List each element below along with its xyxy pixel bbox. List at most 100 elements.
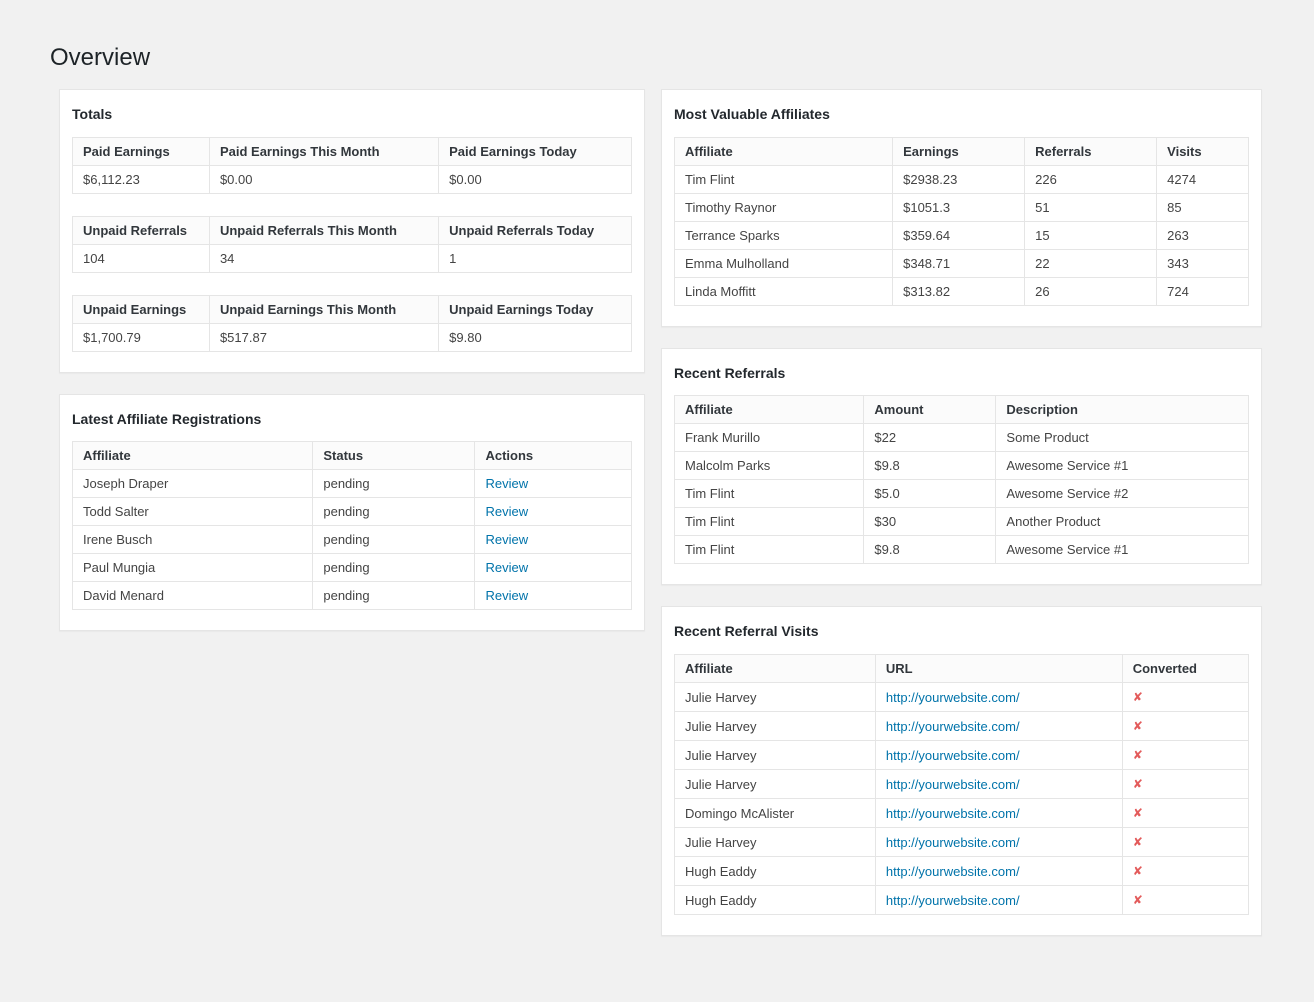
column-header: Affiliate (674, 654, 876, 684)
column-header: Paid Earnings This Month (208, 136, 440, 166)
converted-cell: ✘ (1121, 682, 1250, 713)
right-column: Most Valuable Affiliates Affiliate Earni… (661, 88, 1262, 957)
table-row: Tim Flint $30 Another Product (673, 507, 1249, 537)
visit-url-link[interactable]: http://yourwebsite.com/ (886, 777, 1020, 792)
affiliate-name-cell: Emma Mulholland (673, 248, 894, 278)
column-header: Converted (1121, 654, 1250, 684)
amount-cell: $22 (863, 423, 997, 453)
visits-cell: 85 (1156, 192, 1249, 222)
table-row: David Menard pending Review (71, 581, 632, 611)
review-link[interactable]: Review (485, 588, 528, 603)
table-row: Hugh Eaddy http://yourwebsite.com/ ✘ (674, 885, 1250, 916)
converted-cell: ✘ (1121, 856, 1250, 887)
column-header: URL (874, 654, 1123, 684)
affiliate-name-cell: David Menard (71, 581, 314, 611)
visit-url-link[interactable]: http://yourwebsite.com/ (886, 893, 1020, 908)
status-cell: pending (312, 469, 476, 499)
amount-cell: $5.0 (863, 479, 997, 509)
review-link[interactable]: Review (485, 532, 528, 547)
registrations-panel-title: Latest Affiliate Registrations (72, 410, 262, 427)
visits-cell: 263 (1156, 220, 1249, 250)
column-header: Paid Earnings Today (438, 136, 632, 166)
totals-panel-title: Totals (72, 105, 113, 122)
visit-url-link[interactable]: http://yourwebsite.com/ (886, 835, 1020, 850)
affiliate-name-cell: Julie Harvey (674, 769, 876, 800)
visit-url-link[interactable]: http://yourwebsite.com/ (886, 864, 1020, 879)
amount-cell: $9.8 (863, 535, 997, 565)
value-cell: 104 (72, 243, 210, 273)
review-link[interactable]: Review (485, 504, 528, 519)
registrations-panel: Latest Affiliate Registrations Affiliate… (59, 393, 645, 632)
table-row: Hugh Eaddy http://yourwebsite.com/ ✘ (674, 856, 1250, 887)
affiliate-name-cell: Hugh Eaddy (674, 885, 876, 916)
affiliate-name-cell: Malcolm Parks (673, 451, 865, 481)
affiliate-name-cell: Paul Mungia (71, 553, 314, 583)
review-link[interactable]: Review (485, 560, 528, 575)
url-cell: http://yourwebsite.com/ (874, 740, 1123, 771)
table-row: Irene Busch pending Review (71, 525, 632, 555)
table-row: Emma Mulholland $348.71 22 343 (673, 248, 1249, 278)
url-cell: http://yourwebsite.com/ (874, 885, 1123, 916)
description-cell: Awesome Service #1 (995, 451, 1249, 481)
table-row: Timothy Raynor $1051.3 51 85 (673, 192, 1249, 222)
visit-url-link[interactable]: http://yourwebsite.com/ (886, 690, 1020, 705)
url-cell: http://yourwebsite.com/ (874, 769, 1123, 800)
value-cell: 1 (438, 243, 632, 273)
affiliate-name-cell: Julie Harvey (674, 711, 876, 742)
column-header: Affiliate (673, 136, 894, 166)
overview-page: Overview Totals Paid Earnings Paid Earni… (50, 0, 1262, 957)
column-header: Status (312, 441, 476, 471)
affiliate-name-cell: Todd Salter (71, 497, 314, 527)
not-converted-icon: ✘ (1132, 748, 1143, 763)
converted-cell: ✘ (1121, 769, 1250, 800)
column-header: Amount (863, 395, 997, 425)
table-row: Tim Flint $9.8 Awesome Service #1 (673, 535, 1249, 565)
affiliate-name-cell: Hugh Eaddy (674, 856, 876, 887)
review-link[interactable]: Review (485, 476, 528, 491)
referrals-cell: 22 (1024, 248, 1158, 278)
amount-cell: $30 (863, 507, 997, 537)
table-row: Joseph Draper pending Review (71, 469, 632, 499)
table-row: Frank Murillo $22 Some Product (673, 423, 1249, 453)
earnings-cell: $2938.23 (892, 164, 1026, 194)
actions-cell: Review (474, 469, 632, 499)
column-header: Description (995, 395, 1249, 425)
visit-url-link[interactable]: http://yourwebsite.com/ (886, 748, 1020, 763)
converted-cell: ✘ (1121, 827, 1250, 858)
affiliate-name-cell: Julie Harvey (674, 827, 876, 858)
not-converted-icon: ✘ (1132, 777, 1143, 792)
column-header: Unpaid Earnings (72, 294, 210, 324)
table-row: Todd Salter pending Review (71, 497, 632, 527)
affiliate-name-cell: Joseph Draper (71, 469, 314, 499)
not-converted-icon: ✘ (1132, 806, 1143, 821)
not-converted-icon: ✘ (1132, 864, 1143, 879)
most-valuable-affiliates-panel: Most Valuable Affiliates Affiliate Earni… (661, 88, 1262, 327)
converted-cell: ✘ (1121, 740, 1250, 771)
column-header: Referrals (1024, 136, 1158, 166)
visits-cell: 724 (1156, 276, 1249, 306)
referrals-cell: 226 (1024, 164, 1158, 194)
totals-panel: Totals Paid Earnings Paid Earnings This … (59, 88, 645, 373)
not-converted-icon: ✘ (1132, 835, 1143, 850)
column-header: Actions (474, 441, 632, 471)
column-header: Unpaid Referrals This Month (208, 215, 440, 245)
value-cell: $1,700.79 (72, 322, 210, 352)
affiliate-name-cell: Tim Flint (673, 164, 894, 194)
visit-url-link[interactable]: http://yourwebsite.com/ (886, 719, 1020, 734)
earnings-cell: $313.82 (892, 276, 1026, 306)
status-cell: pending (312, 581, 476, 611)
affiliate-name-cell: Tim Flint (673, 535, 865, 565)
affiliate-name-cell: Julie Harvey (674, 740, 876, 771)
most-valuable-table: Affiliate Earnings Referrals Visits Tim … (673, 136, 1249, 306)
referrals-cell: 15 (1024, 220, 1158, 250)
visits-cell: 4274 (1156, 164, 1249, 194)
column-header: Affiliate (71, 441, 314, 471)
affiliate-name-cell: Irene Busch (71, 525, 314, 555)
table-row: Julie Harvey http://yourwebsite.com/ ✘ (674, 682, 1250, 713)
table-row: $6,112.23 $0.00 $0.00 (72, 164, 632, 194)
description-cell: Awesome Service #2 (995, 479, 1249, 509)
table-row: Julie Harvey http://yourwebsite.com/ ✘ (674, 740, 1250, 771)
page-title: Overview (50, 44, 151, 71)
visit-url-link[interactable]: http://yourwebsite.com/ (886, 806, 1020, 821)
affiliate-name-cell: Linda Moffitt (673, 276, 894, 306)
